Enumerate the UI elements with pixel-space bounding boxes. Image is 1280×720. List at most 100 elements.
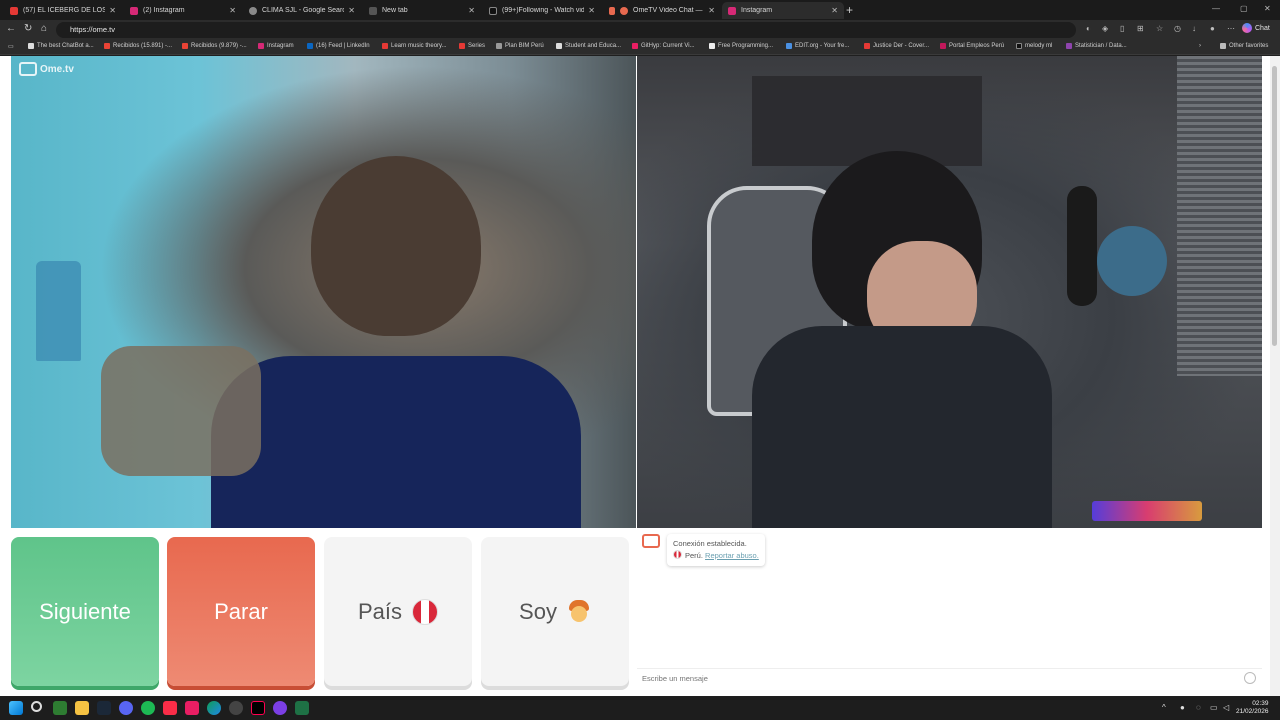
chat-panel: Conexión establecida. Perú. Reportar abu… — [637, 528, 1262, 696]
new-tab-button[interactable]: + — [846, 3, 853, 17]
bookmark-item[interactable]: Plan BIM Perú — [496, 43, 544, 49]
close-tab-icon[interactable]: ✕ — [468, 6, 475, 15]
bookmark-item[interactable]: Portal Empleos Perú — [940, 43, 1004, 49]
extensions-icon[interactable]: ⊞ — [1137, 24, 1144, 33]
extension-icon[interactable]: ◐ — [1086, 24, 1091, 33]
close-tab-icon[interactable]: ✕ — [348, 6, 355, 15]
close-tab-icon[interactable]: ✕ — [229, 6, 236, 15]
url-bar[interactable]: https://ome.tv — [56, 22, 1076, 38]
country-button[interactable]: País — [324, 537, 472, 686]
app-icon[interactable] — [185, 701, 199, 715]
bookmark-item[interactable]: The best ChatBot a... — [28, 43, 94, 49]
page-scrollbar[interactable] — [1270, 56, 1280, 696]
bookmark-item[interactable]: Free Programming... — [709, 43, 773, 49]
file-explorer-icon[interactable] — [75, 701, 89, 715]
tab-4[interactable]: New tab ✕ — [363, 2, 481, 19]
next-button[interactable]: Siguiente — [11, 537, 159, 686]
gender-button[interactable]: Soy — [481, 537, 629, 686]
search-icon[interactable] — [31, 701, 42, 712]
bookmark-item[interactable]: Recibidos (15.891) -... — [104, 43, 172, 49]
favorites-icon[interactable]: ☆ — [1156, 24, 1163, 33]
wifi-icon[interactable]: ◌ — [1196, 703, 1201, 712]
close-tab-icon[interactable]: ✕ — [109, 6, 116, 15]
tab-title: New tab — [382, 7, 408, 14]
bookmark-item[interactable]: melody ml — [1016, 43, 1052, 49]
maximize-icon[interactable]: ▢ — [1240, 4, 1248, 13]
tray-overflow-icon[interactable]: ^ — [1162, 703, 1166, 712]
bookmark-item[interactable]: EDIT.org - Your fre... — [786, 43, 849, 49]
bookmark-item[interactable]: (16) Feed | LinkedIn — [307, 43, 370, 49]
more-menu-icon[interactable]: ⋯ — [1227, 24, 1235, 33]
excel-icon[interactable] — [295, 701, 309, 715]
tab-7-active[interactable]: Instagram ✕ — [722, 2, 844, 19]
instagram-icon — [258, 43, 264, 49]
tab-6[interactable]: OmeTV Video Chat — Omegle ✕ — [603, 2, 721, 19]
bookmark-item[interactable]: Series — [459, 43, 485, 49]
app-icon[interactable] — [273, 701, 287, 715]
profile-icon[interactable]: ● — [1210, 24, 1215, 33]
time: 02:39 — [1252, 700, 1269, 707]
gender-label: Soy — [519, 598, 557, 624]
edge-icon[interactable] — [207, 701, 221, 715]
copilot-logo-icon — [1242, 23, 1252, 33]
url-text[interactable]: https://ome.tv — [70, 25, 115, 34]
home-icon[interactable]: ⌂ — [41, 23, 47, 34]
copilot-chat-button[interactable]: Chat — [1242, 23, 1270, 33]
discord-icon[interactable] — [119, 701, 133, 715]
windows-taskbar: ^ ● ◌ ▭ ◁ 02:39 21/02/2026 — [0, 697, 1280, 720]
bookmark-item[interactable]: Student and Educa... — [556, 43, 621, 49]
close-window-icon[interactable]: ✕ — [1264, 4, 1271, 13]
clock[interactable]: 02:39 21/02/2026 — [1236, 700, 1269, 716]
code-icon — [709, 43, 715, 49]
folder-icon — [1220, 43, 1226, 49]
tab-1[interactable]: (57) EL ICEBERG DE LOS ARCHIVOS ✕ — [4, 2, 122, 19]
country-label: País — [357, 598, 403, 624]
other-favorites[interactable]: Other favorites — [1220, 43, 1268, 49]
steam-icon[interactable] — [97, 701, 111, 715]
tab-2[interactable]: (2) Instagram ✕ — [124, 2, 242, 19]
app-icon[interactable] — [53, 701, 67, 715]
reload-icon[interactable]: ↻ — [24, 23, 32, 34]
linkedin-icon — [307, 43, 313, 49]
app-icon[interactable] — [229, 701, 243, 715]
network-icon[interactable]: ▭ — [1210, 703, 1218, 712]
spotify-icon[interactable] — [141, 701, 155, 715]
windows-start-icon[interactable] — [9, 701, 23, 715]
bookmark-item[interactable]: GitHyp: Current Vi... — [632, 43, 695, 49]
bookmark-item[interactable]: Justice Der - Cover... — [864, 43, 929, 49]
stop-button[interactable]: Parar — [167, 537, 315, 686]
close-tab-icon[interactable]: ✕ — [831, 6, 838, 15]
favorites-folder-icon[interactable]: ▭ — [8, 43, 14, 50]
bookmark-item[interactable]: Instagram — [258, 43, 294, 49]
edit-org-icon — [786, 43, 792, 49]
music-icon[interactable] — [163, 701, 177, 715]
bookmark-item[interactable]: Learn music theory... — [382, 43, 447, 49]
scroll-thumb[interactable] — [1272, 66, 1277, 346]
tab-title: CLIMA SJL - Google Search — [262, 7, 345, 14]
job-portal-icon — [940, 43, 946, 49]
back-icon[interactable]: ← — [6, 23, 16, 34]
close-tab-icon[interactable]: ✕ — [588, 6, 595, 15]
bookmarks-overflow-icon[interactable]: › — [1199, 43, 1201, 49]
plush-toy — [1097, 226, 1167, 296]
message-input[interactable] — [637, 669, 1237, 687]
bookmark-item[interactable]: Statistician / Data... — [1066, 43, 1127, 49]
emoji-icon[interactable] — [1244, 672, 1256, 684]
next-label: Siguiente — [39, 598, 131, 624]
bookmark-item[interactable]: Recibidos (9.879) -... — [182, 43, 247, 49]
microphone-icon[interactable]: ● — [1180, 703, 1185, 712]
close-tab-icon[interactable]: ✕ — [708, 6, 715, 15]
rgb-keyboard — [1092, 501, 1202, 521]
history-icon[interactable]: ◷ — [1174, 24, 1181, 33]
report-abuse-link[interactable]: Reportar abuso. — [705, 551, 759, 560]
downloads-icon[interactable]: ↓ — [1192, 24, 1196, 33]
volume-icon[interactable]: ◁ — [1223, 703, 1229, 712]
copilot-icon[interactable]: ◈ — [1102, 24, 1108, 33]
tiktok-icon[interactable] — [251, 701, 265, 715]
split-screen-icon[interactable]: ▯ — [1120, 24, 1124, 33]
chat-label: Chat — [1255, 24, 1270, 32]
tab-3[interactable]: CLIMA SJL - Google Search ✕ — [243, 2, 361, 19]
tab-5[interactable]: (99+)Following - Watch videos fro ✕ — [483, 2, 601, 19]
stats-icon — [1066, 43, 1072, 49]
minimize-icon[interactable]: — — [1212, 4, 1220, 13]
